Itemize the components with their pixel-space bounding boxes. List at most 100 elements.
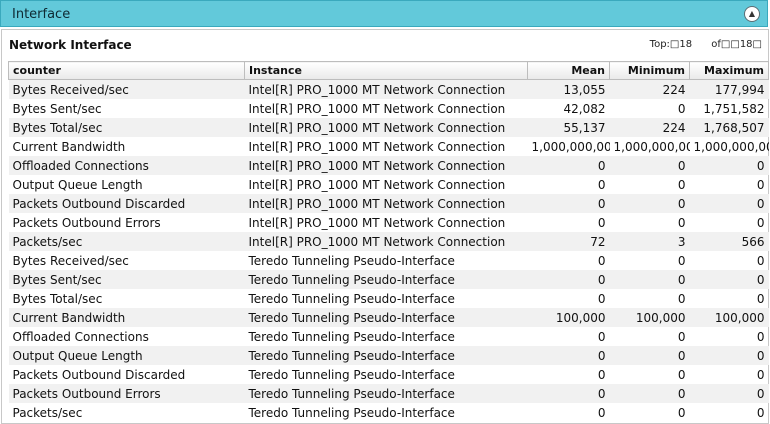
cell-instance: Intel[R] PRO_1000 MT Network Connection [248,215,506,230]
column-header-instance[interactable]: Instance [244,61,528,80]
total-count: of□□18□ [711,39,762,50]
cell-maximum: 0 [756,405,765,420]
panel-header: Network Interface Top:□18 of□□18□ [2,30,768,61]
cell-instance: Teredo Tunneling Pseudo-Interface [244,270,528,289]
cell-minimum: 0 [677,367,686,382]
table-row[interactable]: Bytes Total/sec Teredo Tunneling Pseudo-I… [9,289,769,308]
cell-counter: Packets/sec [12,405,83,420]
cell-counter: Offloaded Connections [8,156,245,175]
cell-counter: Bytes Sent/sec [8,270,245,289]
top-count[interactable]: Top:□18 [650,39,692,50]
cell-instance: Teredo Tunneling Pseudo-Interface [248,367,455,382]
cell-instance: Intel[R] PRO_1000 MT Network Connection [244,118,528,137]
cell-minimum: 224 [609,118,690,137]
cell-mean: 55,137 [527,118,610,137]
cell-maximum: 0 [756,329,765,344]
cell-mean: 0 [527,194,610,213]
table-row[interactable]: Bytes Sent/sec Teredo Tunneling Pseudo-In… [8,270,769,289]
cell-maximum: 1,751,582 [703,101,765,116]
cell-instance: Intel[R] PRO_1000 MT Network Connection [244,232,528,251]
cell-minimum: 100,000 [609,308,690,327]
table-row[interactable]: Current Bandwidth Intel[R] PRO_1000 MT Ne… [9,137,769,156]
collapse-icon[interactable]: ▲ [744,6,760,22]
cell-instance: Teredo Tunneling Pseudo-Interface [244,384,528,403]
section-title: Interface [12,7,71,22]
cell-minimum: 0 [677,329,686,344]
cell-minimum: 224 [609,79,690,99]
counter-table: counter Instance Mean Minimum Maximum By… [8,61,769,422]
cell-maximum: 100,000 [689,308,769,327]
table-row[interactable]: Current Bandwidth Teredo Tunneling Pseudo… [8,308,769,327]
table-row[interactable]: Packets Outbound Discarded Intel[R] PRO_1… [8,194,769,213]
cell-instance: Intel[R] PRO_1000 MT Network Connection [244,194,528,213]
cell-instance: Intel[R] PRO_1000 MT Network Connection [244,79,528,99]
cell-minimum: 0 [609,194,690,213]
cell-counter: Current Bandwidth [12,139,126,154]
column-header-maximum[interactable]: Maximum [689,61,769,80]
cell-counter: Packets/sec [8,232,245,251]
cell-maximum: 0 [689,270,769,289]
cell-minimum: 0 [677,215,686,230]
table-row[interactable]: Output Queue Length Intel[R] PRO_1000 MT … [9,175,769,194]
cell-mean: 0 [597,367,606,382]
cell-maximum: 566 [689,232,769,251]
cell-counter: Bytes Received/sec [8,79,245,99]
table-row[interactable]: Packets Outbound Errors Teredo Tunneling … [8,384,769,403]
cell-counter: Packets Outbound Discarded [12,367,186,382]
cell-counter: Bytes Received/sec [12,253,129,268]
table-row[interactable]: Packets/sec Intel[R] PRO_1000 MT Network … [8,232,769,251]
cell-mean: 0 [597,329,606,344]
cell-counter: Offloaded Connections [12,329,149,344]
cell-maximum: 177,994 [689,79,769,99]
cell-counter: Bytes Sent/sec [12,101,102,116]
cell-counter: Output Queue Length [8,346,245,365]
cell-maximum: 1,000,000,000 [693,139,769,154]
cell-minimum: 0 [677,253,686,268]
table-row[interactable]: Bytes Total/sec Intel[R] PRO_1000 MT Netw… [8,118,769,137]
table-row[interactable]: Offloaded Connections Intel[R] PRO_1000 M… [8,156,769,175]
cell-counter: Bytes Total/sec [12,291,103,306]
cell-instance: Teredo Tunneling Pseudo-Interface [248,253,455,268]
cell-counter: Bytes Total/sec [8,118,245,137]
cell-maximum: 0 [689,384,769,403]
column-header-mean[interactable]: Mean [527,61,610,80]
cell-instance: Teredo Tunneling Pseudo-Interface [244,308,528,327]
cell-mean: 100,000 [527,308,610,327]
cell-mean: 0 [597,253,606,268]
table-row[interactable]: Offloaded Connections Teredo Tunneling Ps… [9,327,769,346]
cell-maximum: 0 [756,291,765,306]
table-row[interactable]: Bytes Received/sec Intel[R] PRO_1000 MT N… [8,79,769,99]
cell-mean: 1,000,000,000 [531,139,610,154]
cell-mean: 13,055 [527,79,610,99]
table-row[interactable]: Bytes Sent/sec Intel[R] PRO_1000 MT Netwo… [9,99,769,118]
cell-mean: 0 [527,346,610,365]
cell-mean: 0 [527,384,610,403]
cell-minimum: 0 [677,405,686,420]
paging-info: Top:□18 of□□18□ [634,39,762,50]
cell-mean: 0 [527,156,610,175]
cell-mean: 0 [597,291,606,306]
table-row[interactable]: Packets/sec Teredo Tunneling Pseudo-Inter… [9,403,769,422]
cell-maximum: 0 [756,253,765,268]
cell-mean: 0 [597,215,606,230]
cell-maximum: 0 [756,177,765,192]
cell-mean: 0 [527,270,610,289]
cell-mean: 0 [597,177,606,192]
table-body: Bytes Received/sec Intel[R] PRO_1000 MT N… [8,79,769,423]
table-row[interactable]: Bytes Received/sec Teredo Tunneling Pseud… [9,251,769,270]
table-row[interactable]: Packets Outbound Discarded Teredo Tunneli… [9,365,769,384]
cell-maximum: 1,768,507 [689,118,769,137]
table-row[interactable]: Packets Outbound Errors Intel[R] PRO_1000… [9,213,769,232]
panel-title: Network Interface [9,38,132,52]
cell-instance: Teredo Tunneling Pseudo-Interface [248,405,455,420]
cell-minimum: 3 [609,232,690,251]
cell-instance: Intel[R] PRO_1000 MT Network Connection [248,101,506,116]
column-header-minimum[interactable]: Minimum [609,61,690,80]
column-header-counter[interactable]: counter [8,61,245,80]
cell-minimum: 0 [609,384,690,403]
cell-minimum: 0 [677,291,686,306]
cell-instance: Teredo Tunneling Pseudo-Interface [244,346,528,365]
table-header-row: counter Instance Mean Minimum Maximum [8,61,769,80]
cell-instance: Teredo Tunneling Pseudo-Interface [248,329,455,344]
table-row[interactable]: Output Queue Length Teredo Tunneling Pseu… [8,346,769,365]
